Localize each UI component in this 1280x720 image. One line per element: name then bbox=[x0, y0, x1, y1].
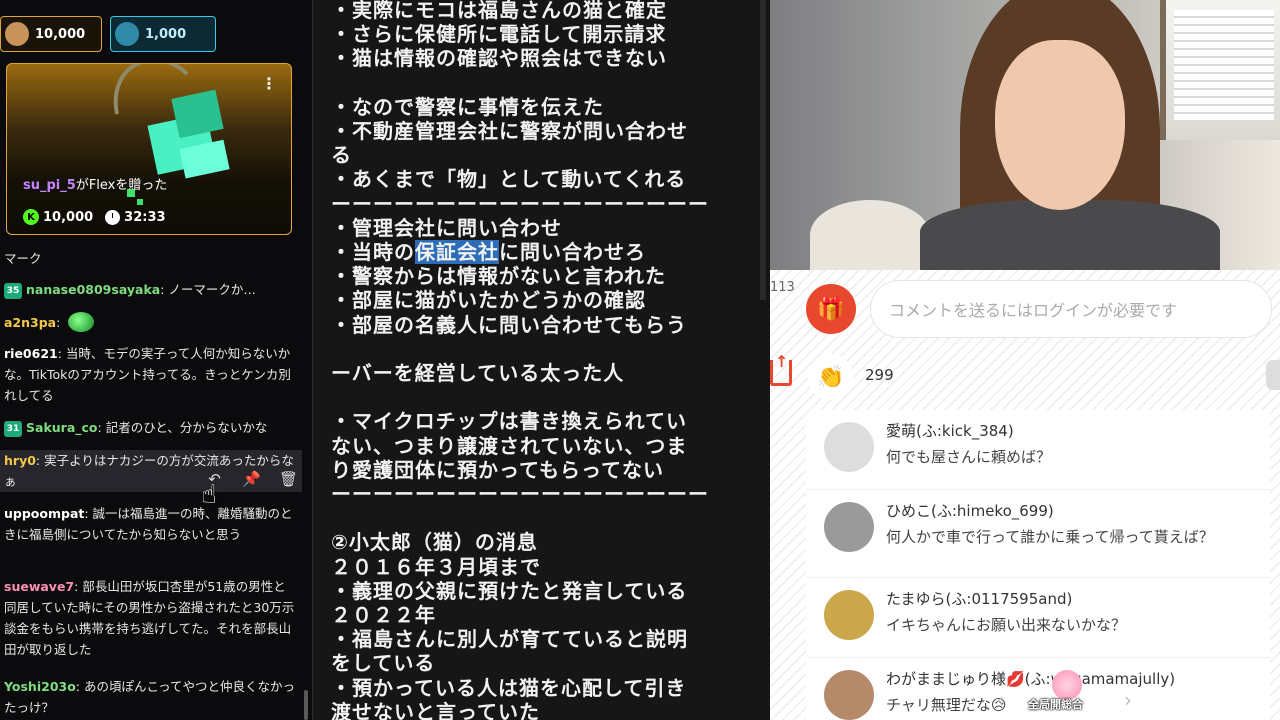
streamer-body bbox=[920, 200, 1220, 270]
chat-username[interactable]: uppoompat bbox=[4, 506, 84, 521]
more-menu-icon[interactable]: ⋮ bbox=[261, 74, 277, 93]
notes-scrollbar[interactable] bbox=[760, 0, 766, 300]
sticker-label: 全局開総合 bbox=[1028, 698, 1083, 711]
comment-item[interactable]: たまゆら(ふ:0117595and) イキちゃんにお願い出来ないかな？ bbox=[806, 578, 1270, 658]
clap-button[interactable]: 👏 bbox=[808, 354, 854, 400]
kick-coin-icon: K bbox=[23, 209, 39, 225]
chat-username[interactable]: hry0 bbox=[4, 453, 36, 468]
comment-author[interactable]: たまゆら(ふ:0117595and) bbox=[886, 588, 1072, 609]
avatar[interactable] bbox=[824, 670, 874, 720]
clap-count: 299 bbox=[865, 366, 894, 384]
camera-feed bbox=[770, 0, 1280, 270]
gift-sender[interactable]: su_pi_5 bbox=[23, 178, 76, 193]
gift-chip[interactable]: 1,000 bbox=[110, 16, 216, 52]
chat-scrollbar[interactable] bbox=[304, 690, 308, 720]
pin-icon[interactable]: 📌 bbox=[233, 466, 270, 492]
chat-username[interactable]: Yoshi203o bbox=[4, 679, 76, 694]
pillow bbox=[810, 200, 930, 270]
gift-chip[interactable]: 10,000 bbox=[0, 16, 102, 52]
comment-placeholder: コメントを送るにはログインが必要です bbox=[889, 301, 1178, 320]
comment-text: 何人かで車で行って誰かに乗って帰って貰えば？ bbox=[886, 528, 1214, 546]
chat-message[interactable]: uppoompat: 誠一は福島進一の時、離婚騒動のときに福島側についてたから知… bbox=[4, 503, 296, 545]
gift-stats: K 10,000 32:33 bbox=[23, 209, 166, 225]
panel-handle[interactable] bbox=[1266, 360, 1280, 390]
gift-amount: 10,000 bbox=[35, 26, 86, 42]
stamp-sticker[interactable]: 全局開総合 bbox=[1028, 656, 1102, 716]
chat-message[interactable]: マーク bbox=[4, 248, 296, 269]
note-line: ーーーーーーーーーーーーーーーーーー bbox=[331, 482, 709, 506]
avatar bbox=[5, 22, 29, 46]
subscriber-badge: 31 bbox=[4, 421, 22, 437]
comment-panel: 113 🎁 コメントを送るにはログインが必要です 👏 299 愛萌(ふ:kick… bbox=[770, 270, 1280, 720]
gift-amount: 1,000 bbox=[145, 26, 187, 42]
note-line: ーバーを経営している太った人 bbox=[331, 361, 625, 385]
chat-username[interactable]: a2n3pa bbox=[4, 315, 56, 330]
delete-icon[interactable]: 🗑 bbox=[270, 466, 307, 492]
comment-author[interactable]: 愛萌(ふ:kick_384) bbox=[886, 420, 1014, 441]
gift-icon: 🎁 bbox=[817, 296, 845, 322]
clock-icon bbox=[105, 209, 121, 225]
note-line: 渡せないと言っていた bbox=[331, 699, 540, 720]
separator: : bbox=[75, 679, 84, 694]
separator: : bbox=[84, 506, 93, 521]
note-line: ・猫は情報の確認や照会はできない bbox=[331, 46, 667, 71]
comment-input[interactable]: コメントを送るにはログインが必要です bbox=[870, 280, 1272, 338]
avatar[interactable] bbox=[824, 422, 874, 472]
message-text: ノーマークか… bbox=[168, 282, 256, 297]
chat-username[interactable]: nanase0809sayaka bbox=[26, 282, 160, 297]
window bbox=[1160, 0, 1280, 140]
subscriber-badge: 35 bbox=[4, 283, 22, 299]
separator: : bbox=[56, 315, 65, 330]
message-text: マーク bbox=[4, 251, 42, 266]
chevron-right-icon[interactable]: › bbox=[1124, 688, 1132, 712]
separator: : bbox=[35, 453, 45, 468]
avatar bbox=[115, 22, 139, 46]
chevron-left-icon[interactable]: ‹ bbox=[996, 688, 1004, 712]
comment-item[interactable]: ひめこ(ふ:himeko_699) 何人かで車で行って誰かに乗って帰って貰えば？ bbox=[806, 490, 1270, 578]
comment-text: 何でも屋さんに頼めば？ bbox=[886, 448, 1052, 466]
separator: : bbox=[57, 346, 66, 361]
separator: : bbox=[97, 420, 106, 435]
gift-button[interactable]: 🎁 bbox=[806, 284, 856, 334]
message-text: 記者のひと、分からないかな bbox=[105, 420, 268, 435]
notes-panel: ・実際にモコは福島さんの猫と確定 ・さらに保健所に電話して開示請求 ・猫は情報の確認… bbox=[312, 0, 770, 720]
avatar[interactable] bbox=[824, 502, 874, 552]
gift-duration: 32:33 bbox=[124, 209, 166, 225]
comment-author[interactable]: わがままじゅり様💋(ふ:wagamamajully) bbox=[886, 668, 1175, 689]
avatar[interactable] bbox=[824, 590, 874, 640]
comment-item[interactable]: 愛萌(ふ:kick_384) 何でも屋さんに頼めば？ bbox=[806, 410, 1270, 490]
chat-username[interactable]: Sakura_co bbox=[26, 420, 98, 435]
chat-username[interactable]: rie0621 bbox=[4, 346, 58, 361]
chat-panel: 10,000 1,000 ⋮ su_pi_5がFlexを贈った K 10,000… bbox=[0, 0, 312, 720]
clap-icon: 👏 bbox=[817, 364, 845, 390]
chat-username[interactable]: suewave7 bbox=[4, 579, 74, 594]
gift-message: su_pi_5がFlexを贈った bbox=[23, 174, 167, 193]
comment-text: イキちゃんにお願い出来ないかな？ bbox=[886, 616, 1127, 634]
note-line: ・不動産管理会社に警察が問い合わせ bbox=[331, 119, 688, 143]
share-icon[interactable] bbox=[770, 352, 792, 386]
chat-message[interactable]: rie0621: 当時、モデの実子って人何か知らないかな。TikTokのアカウン… bbox=[4, 343, 296, 406]
chat-message[interactable]: 31 Sakura_co: 記者のひと、分からないかな bbox=[4, 417, 296, 438]
note-line: ・部屋の名義人に問い合わせてもらう bbox=[331, 312, 687, 337]
hand-cursor-icon: ☝ bbox=[201, 480, 217, 510]
chat-message[interactable]: Yoshi203o: あの頃ぽんこってやつと仲良くなかったっけ？ bbox=[4, 676, 296, 718]
gift-amount: 10,000 bbox=[43, 209, 94, 225]
chat-message[interactable]: a2n3pa: bbox=[4, 312, 296, 333]
window-blinds bbox=[1174, 10, 1274, 120]
chat-message[interactable]: 35 nanase0809sayaka: ノーマークか… bbox=[4, 279, 296, 300]
streamer-face bbox=[995, 40, 1125, 210]
emote-icon bbox=[68, 312, 95, 332]
flex-gift-card: ⋮ su_pi_5がFlexを贈った K 10,000 32:33 bbox=[6, 63, 292, 235]
viewer-count: 113 bbox=[770, 280, 795, 295]
gift-action-text: がFlexを贈った bbox=[75, 178, 168, 193]
comment-author[interactable]: ひめこ(ふ:himeko_699) bbox=[886, 500, 1054, 521]
chat-message[interactable]: suewave7: 部長山田が坂口杏里が51歳の男性と同居していた時にその男性か… bbox=[4, 576, 296, 660]
